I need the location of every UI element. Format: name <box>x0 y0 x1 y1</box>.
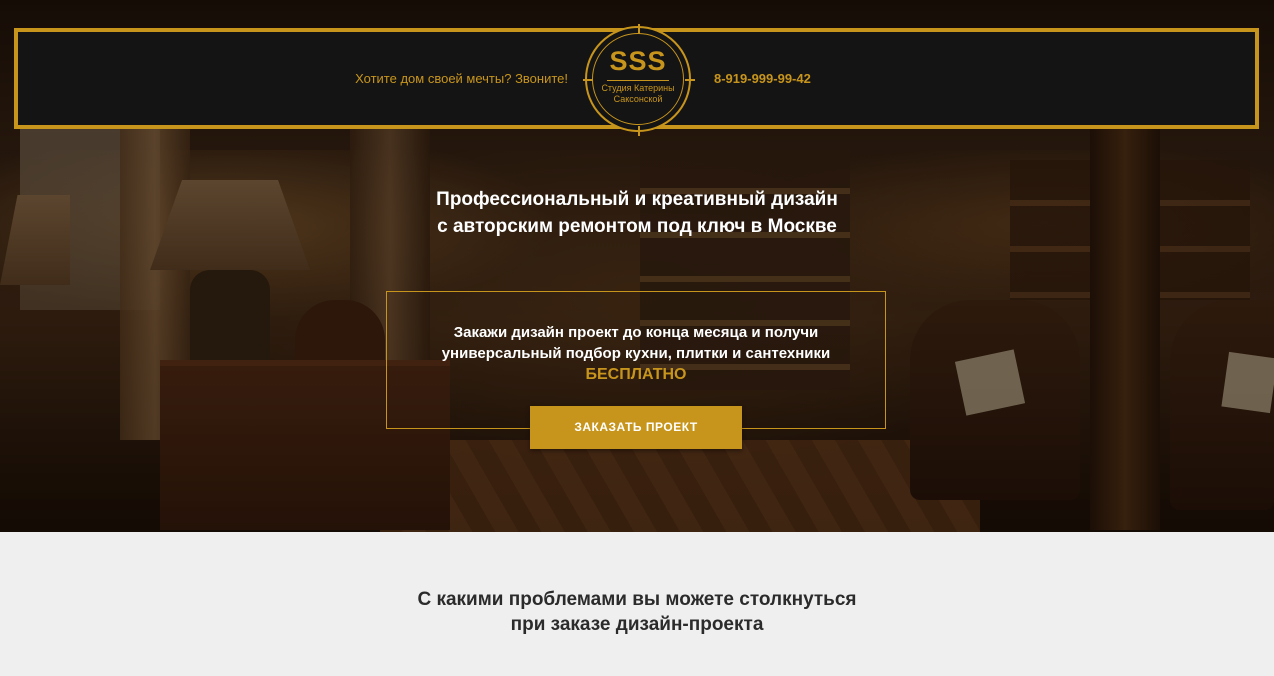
logo-subtitle-line-1: Студия Катерины <box>601 83 675 93</box>
order-project-button[interactable]: ЗАКАЗАТЬ ПРОЕКТ <box>530 406 742 449</box>
header-phone-link[interactable]: 8-919-999-99-42 <box>714 32 811 125</box>
hero-title: Профессиональный и креативный дизайн с а… <box>337 186 937 240</box>
hero-title-line-1: Профессиональный и креативный дизайн <box>436 189 838 210</box>
studio-logo[interactable]: SSS Студия Катерины Саксонской <box>583 24 695 136</box>
logo-monogram: SSS <box>609 46 667 76</box>
logo-tick <box>583 79 593 81</box>
offer-free-label: БЕСПЛАТНО <box>585 366 687 383</box>
header-tagline: Хотите дом своей мечты? Звоните! <box>355 71 568 86</box>
problems-section: С какими проблемами вы можете столкнутьс… <box>0 532 1274 676</box>
site-header: Хотите дом своей мечты? Звоните! SSS Сту… <box>14 24 1259 136</box>
logo-divider <box>607 80 669 81</box>
logo-tick <box>638 24 640 34</box>
logo-tick <box>685 79 695 81</box>
hero-title-line-2: с авторским ремонтом под ключ в Москве <box>437 216 837 237</box>
logo-tick <box>638 126 640 136</box>
problems-section-title: С какими проблемами вы можете столкнутьс… <box>287 587 987 637</box>
problems-title-line-2: при заказе дизайн-проекта <box>510 614 764 635</box>
offer-line-2: универсальный подбор кухни, плитки и сан… <box>441 345 831 362</box>
problems-title-line-1: С какими проблемами вы можете столкнутьс… <box>417 589 857 610</box>
offer-line-1: Закажи дизайн проект до конца месяца и п… <box>453 324 819 341</box>
logo-subtitle: Студия Катерины Саксонской <box>587 83 689 105</box>
logo-subtitle-line-2: Саксонской <box>613 94 663 104</box>
offer-text: Закажи дизайн проект до конца месяца и п… <box>387 322 885 385</box>
